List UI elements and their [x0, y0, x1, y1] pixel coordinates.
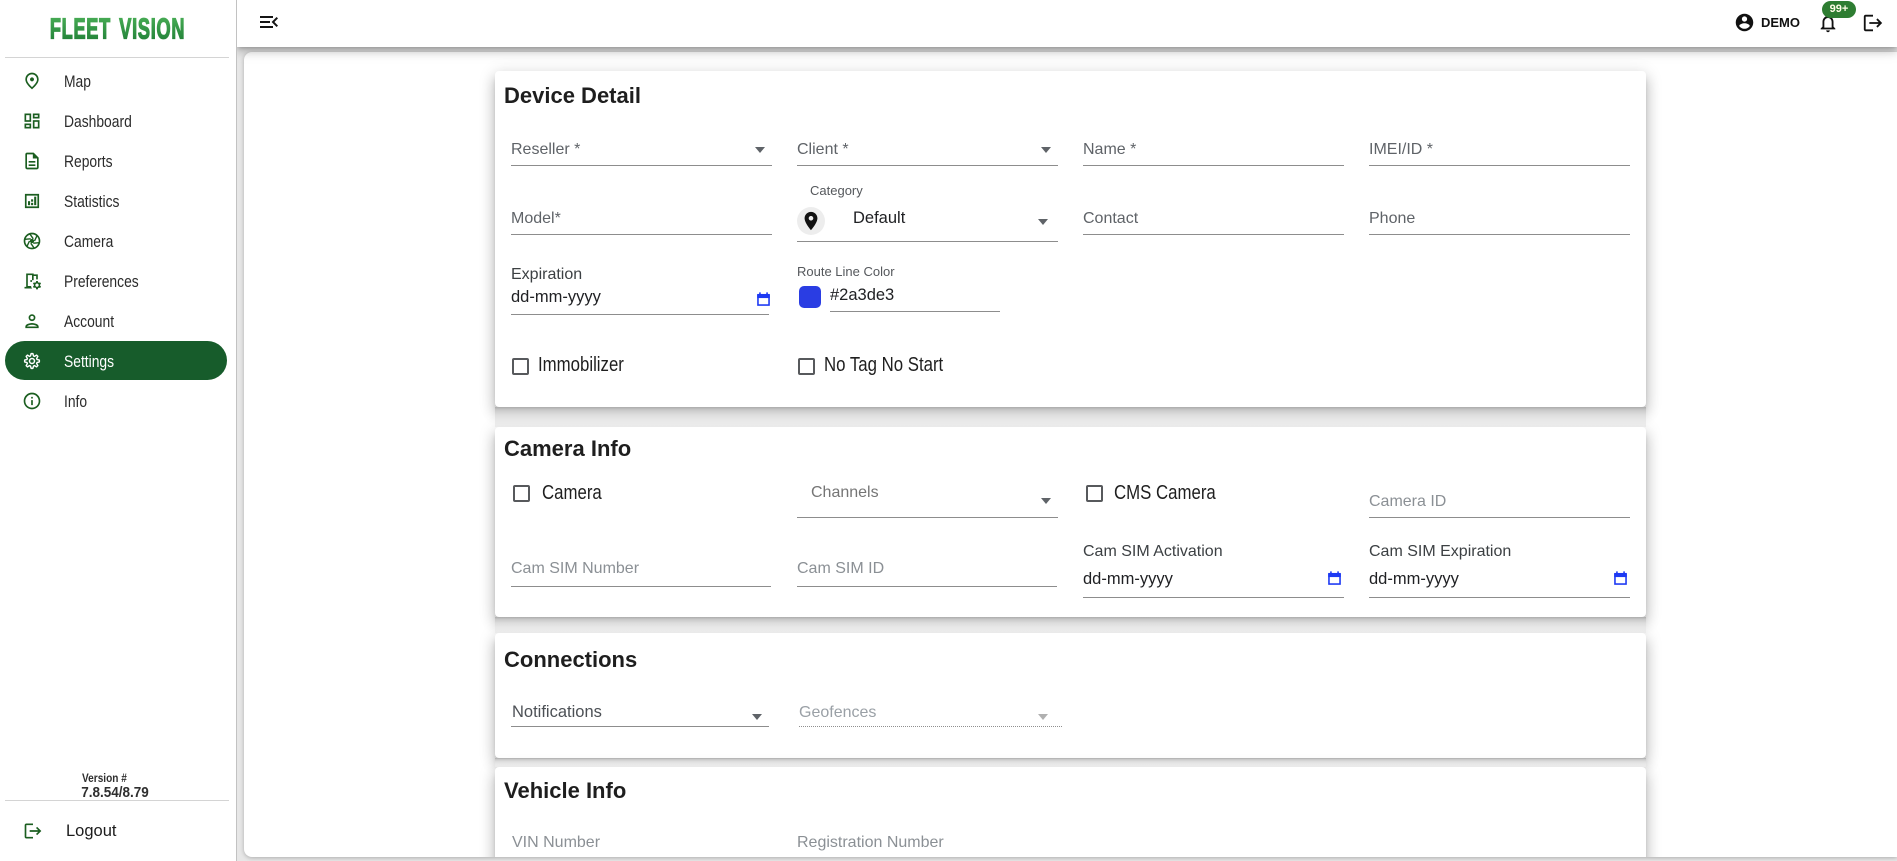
svg-text:FLEET VISION: FLEET VISION [50, 13, 185, 45]
